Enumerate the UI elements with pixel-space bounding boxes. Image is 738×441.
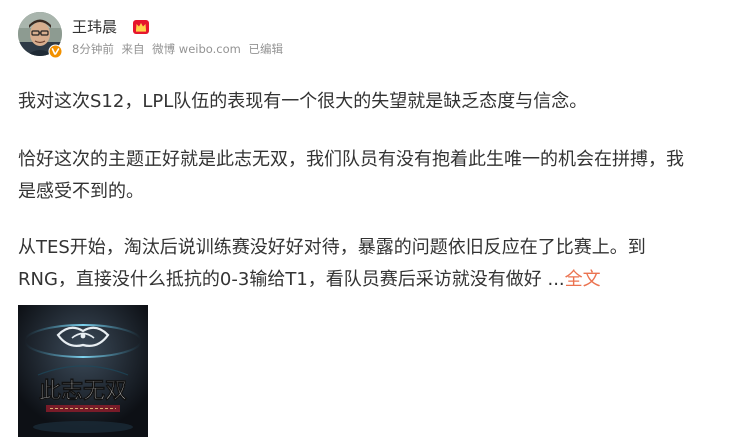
source-link[interactable]: 微博 weibo.com: [152, 42, 241, 56]
source-prefix: 来自: [121, 42, 145, 56]
verified-badge-icon: [48, 44, 63, 59]
poster-title-text: 此志无双: [39, 379, 127, 404]
author-name[interactable]: 王玮晨: [72, 17, 117, 37]
post-paragraph-3: 从TES开始，淘汰后说训练赛没好好对待，暴露的问题依旧反应在了比赛上。到RNG，…: [18, 232, 698, 296]
post-time[interactable]: 8分钟前: [72, 42, 114, 56]
post-paragraph-3-text: 从TES开始，淘汰后说训练赛没好好对待，暴露的问题依旧反应在了比赛上。到RNG，…: [18, 237, 646, 290]
full-text-link[interactable]: 全文: [565, 269, 601, 290]
member-crown-icon[interactable]: [132, 18, 150, 36]
post-meta: 8分钟前 来自 微博 weibo.com 已编辑: [72, 41, 287, 57]
edited-status: 已编辑: [248, 42, 283, 56]
weibo-post: 王玮晨 8分钟前 来自 微博 weibo.com 已编辑 我对这次S12，LPL…: [0, 0, 738, 441]
post-image[interactable]: 此志无双: [18, 305, 148, 437]
poster-title-graphic: 此志无双: [39, 379, 128, 405]
post-paragraph-1: 我对这次S12，LPL队伍的表现有一个很大的失望就是缺乏态度与信念。: [18, 91, 588, 112]
post-paragraph-2: 恰好这次的主题正好就是此志无双，我们队员有没有抱着此生唯一的机会在拼搏，我是感受…: [18, 149, 684, 202]
worlds-poster-image: 此志无双: [18, 305, 148, 437]
